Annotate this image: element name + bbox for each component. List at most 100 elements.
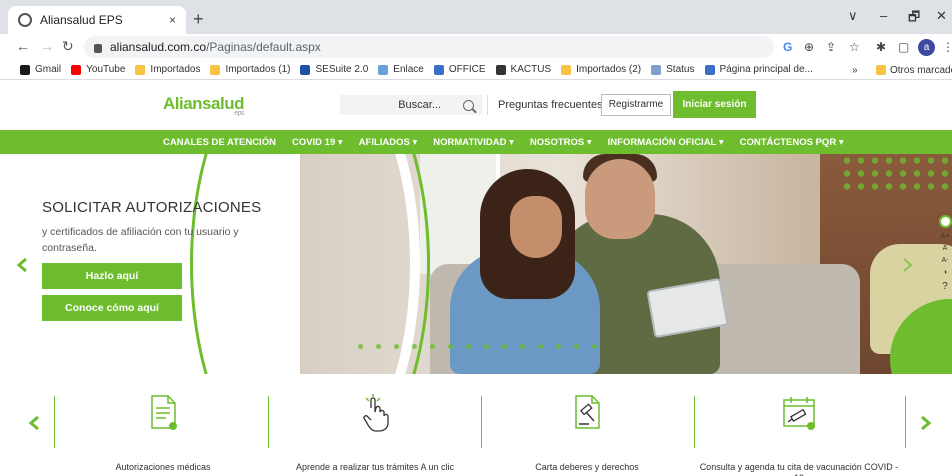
services-next-arrow-icon[interactable] (918, 416, 932, 430)
main-nav: CANALES DE ATENCIÓN COVID 19 ▾ AFILIADOS… (0, 130, 952, 154)
bookmark-icon (651, 64, 662, 75)
bookmark-label: Importados (150, 64, 201, 75)
bookmark-item[interactable]: Enlace (378, 64, 424, 75)
bookmark-icon (561, 64, 572, 75)
slider-dot[interactable] (430, 344, 435, 349)
bookmark-label: Gmail (35, 64, 62, 75)
register-button[interactable]: Registrarme (601, 94, 671, 116)
nav-item-afiliados[interactable]: AFILIADOS ▾ (359, 137, 418, 148)
slider-dot[interactable] (592, 344, 597, 349)
reload-icon[interactable]: ↻ (62, 38, 74, 55)
accessibility-toolbar: A+ A A- ◑ ? (938, 215, 952, 310)
hero-description: y certificados de afiliación con tu usua… (42, 226, 239, 254)
slider-dots[interactable] (358, 344, 610, 349)
bookmark-icon (495, 64, 506, 75)
service-label: Consulta y agenda tu cita de vacunación … (699, 462, 899, 476)
tab-search-icon[interactable]: ∨ (848, 8, 858, 24)
site-logo[interactable]: Aliansalud eps (163, 94, 244, 117)
bookmark-label: Enlace (393, 64, 424, 75)
minimize-button[interactable]: – (880, 8, 887, 23)
slider-dot[interactable] (484, 344, 489, 349)
address-bar-row: ← → ↻ aliansalud.com.co/Paginas/default.… (0, 34, 952, 60)
accessibility-icon[interactable] (938, 215, 952, 228)
slider-dot[interactable] (520, 344, 525, 349)
faq-link[interactable]: Preguntas frecuentes (487, 95, 603, 115)
font-increase-button[interactable]: A+ (941, 233, 950, 240)
nav-item-canales[interactable]: CANALES DE ATENCIÓN (163, 137, 276, 148)
bookmarks-overflow-button[interactable]: » (852, 60, 858, 80)
service-label: Carta deberes y derechos (535, 462, 639, 472)
services-strip: Autorizaciones médicas Aprende a realiza… (0, 374, 952, 476)
forward-icon[interactable]: → (40, 38, 54, 54)
google-icon[interactable]: G (783, 40, 792, 54)
side-panel-icon[interactable]: ▢ (898, 40, 909, 54)
nav-item-informacion[interactable]: INFORMACIÓN OFICIAL ▾ (608, 137, 724, 148)
font-decrease-button[interactable]: A- (942, 257, 949, 264)
extensions-icon[interactable]: ✱ (876, 40, 886, 54)
bookmark-item[interactable]: Status (651, 64, 695, 75)
back-icon[interactable]: ← (16, 38, 30, 54)
tab-close-icon[interactable]: × (169, 13, 176, 27)
share-icon[interactable]: ⇪ (826, 40, 836, 54)
profile-avatar[interactable]: a (918, 39, 935, 56)
bookmarks-bar: Gmail YouTube Importados Importados (1) SESu… (0, 60, 952, 80)
hero-prev-arrow-icon[interactable] (16, 258, 30, 272)
site-favicon-icon (18, 13, 32, 27)
bookmark-icon (433, 64, 444, 75)
bookmark-icon (20, 64, 30, 75)
restore-button[interactable]: 🗗 (908, 8, 920, 30)
browser-menu-icon[interactable]: ⋮ (942, 40, 952, 54)
close-window-button[interactable]: ✕ (936, 8, 947, 24)
nav-item-normatividad[interactable]: NORMATIVIDAD ▾ (433, 137, 514, 148)
bookmark-label: KACTUS (510, 64, 552, 75)
slider-dot[interactable] (394, 344, 399, 349)
slider-dot[interactable] (574, 344, 579, 349)
bookmark-item[interactable]: KACTUS (495, 64, 552, 75)
service-label: Aprende a realizar tus trámites A un cli… (295, 462, 455, 472)
zoom-icon[interactable]: ⊕ (804, 40, 814, 54)
nav-item-covid[interactable]: COVID 19 ▾ (292, 137, 343, 148)
bookmark-label: Importados (2) (576, 64, 642, 75)
other-bookmarks-folder[interactable]: Otros marcadores (876, 60, 952, 80)
slider-dot[interactable] (412, 344, 417, 349)
nav-item-contactenos[interactable]: CONTÁCTENOS PQR ▾ (740, 137, 844, 148)
hero-banner: SOLICITAR AUTORIZACIONES y certificados … (0, 154, 952, 374)
nav-item-nosotros[interactable]: NOSOTROS ▾ (530, 137, 592, 148)
bookmark-icon (704, 64, 715, 75)
omnibox[interactable]: aliansalud.com.co/Paginas/default.aspx (84, 36, 774, 58)
bookmark-item[interactable]: Importados (2) (561, 64, 641, 75)
slider-dot[interactable] (538, 344, 543, 349)
hero-next-arrow-icon[interactable] (900, 258, 914, 272)
hazlo-aqui-button[interactable]: Hazlo aquí (42, 263, 182, 289)
hero-text-panel: SOLICITAR AUTORIZACIONES y certificados … (0, 154, 320, 374)
bookmark-item[interactable]: Importados (135, 64, 200, 75)
slider-dot[interactable] (376, 344, 381, 349)
service-autorizaciones[interactable]: Autorizaciones médicas (58, 394, 268, 476)
bookmark-item[interactable]: OFFICE (433, 64, 486, 75)
bookmark-item[interactable]: SESuite 2.0 (300, 64, 368, 75)
bookmark-item[interactable]: Página principal de... (704, 64, 813, 75)
browser-tab[interactable]: Aliansalud EPS × (8, 6, 186, 34)
slider-dot[interactable] (556, 344, 561, 349)
conoce-como-button[interactable]: Conoce cómo aquí (42, 295, 182, 321)
search-input[interactable]: Buscar... (340, 95, 482, 115)
bookmark-item[interactable]: Importados (1) (210, 64, 290, 75)
help-button[interactable]: ? (942, 281, 948, 292)
service-vacunacion[interactable]: Consulta y agenda tu cita de vacunación … (694, 394, 904, 476)
slider-dot[interactable] (466, 344, 471, 349)
bookmark-item[interactable]: Gmail (20, 64, 61, 75)
new-tab-button[interactable]: + (193, 9, 204, 30)
login-button[interactable]: Iniciar sesión (673, 91, 756, 118)
font-normal-button[interactable]: A (943, 245, 948, 252)
services-prev-arrow-icon[interactable] (28, 416, 42, 430)
document-gavel-icon (575, 395, 600, 429)
slider-dot[interactable] (502, 344, 507, 349)
bookmark-item[interactable]: YouTube (71, 64, 125, 75)
slider-dot[interactable] (448, 344, 453, 349)
slider-dot[interactable] (358, 344, 363, 349)
contrast-button[interactable]: ◑ (943, 269, 947, 276)
bookmark-star-icon[interactable]: ☆ (849, 40, 860, 54)
search-icon[interactable] (463, 99, 474, 111)
service-tramites[interactable]: Aprende a realizar tus trámites A un cli… (270, 394, 480, 476)
service-carta-deberes[interactable]: Carta deberes y derechos (482, 394, 692, 476)
